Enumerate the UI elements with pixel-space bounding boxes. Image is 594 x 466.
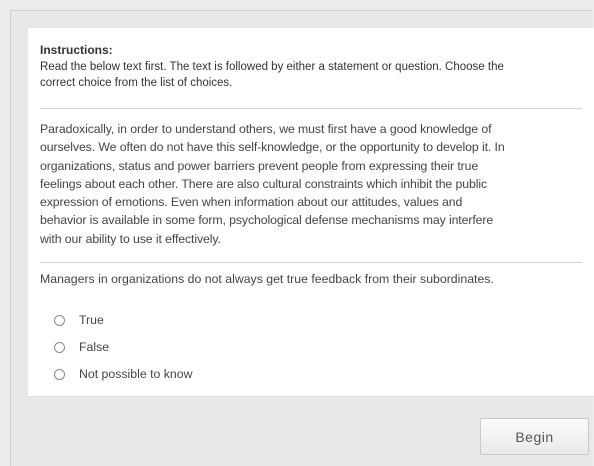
question-statement: Managers in organizations do not always …	[40, 272, 494, 286]
instructions-line: correct choice from the list of choices.	[40, 77, 233, 89]
passage-line: organizations, status and power barriers…	[40, 158, 479, 173]
instructions-divider	[40, 108, 582, 109]
begin-button[interactable]: Begin	[480, 418, 589, 455]
passage-line: ourselves. We often do not have this sel…	[40, 140, 505, 155]
question-card: Instructions: Read the below text first.…	[28, 28, 594, 396]
option-label: True	[79, 313, 104, 327]
radio-button[interactable]	[54, 368, 65, 380]
passage-line: with our ability to use it effectively.	[40, 231, 221, 246]
passage-line: Paradoxically, in order to understand ot…	[40, 122, 492, 136]
passage-line: feelings about each other. There are als…	[40, 176, 488, 191]
option-true[interactable]: True	[54, 312, 104, 328]
option-not-possible-to-know[interactable]: Not possible to know	[54, 366, 192, 382]
radio-button[interactable]	[54, 314, 65, 326]
option-label: False	[79, 340, 110, 354]
footer-divider	[28, 396, 594, 397]
instructions-title: Instructions:	[40, 43, 113, 57]
option-false[interactable]: False	[54, 339, 109, 355]
option-label: Not possible to know	[79, 367, 193, 381]
instructions-text: Read the below text first. The text is f…	[40, 59, 582, 91]
passage-divider	[40, 262, 582, 263]
reading-passage: Paradoxically, in order to understand ot…	[40, 120, 584, 248]
passage-line: behavior is available in some form, psyc…	[40, 213, 494, 228]
instructions-line: Read the below text first. The text is f…	[40, 61, 504, 73]
passage-line: expression of emotions. Even when inform…	[40, 195, 463, 210]
radio-button[interactable]	[54, 341, 65, 353]
